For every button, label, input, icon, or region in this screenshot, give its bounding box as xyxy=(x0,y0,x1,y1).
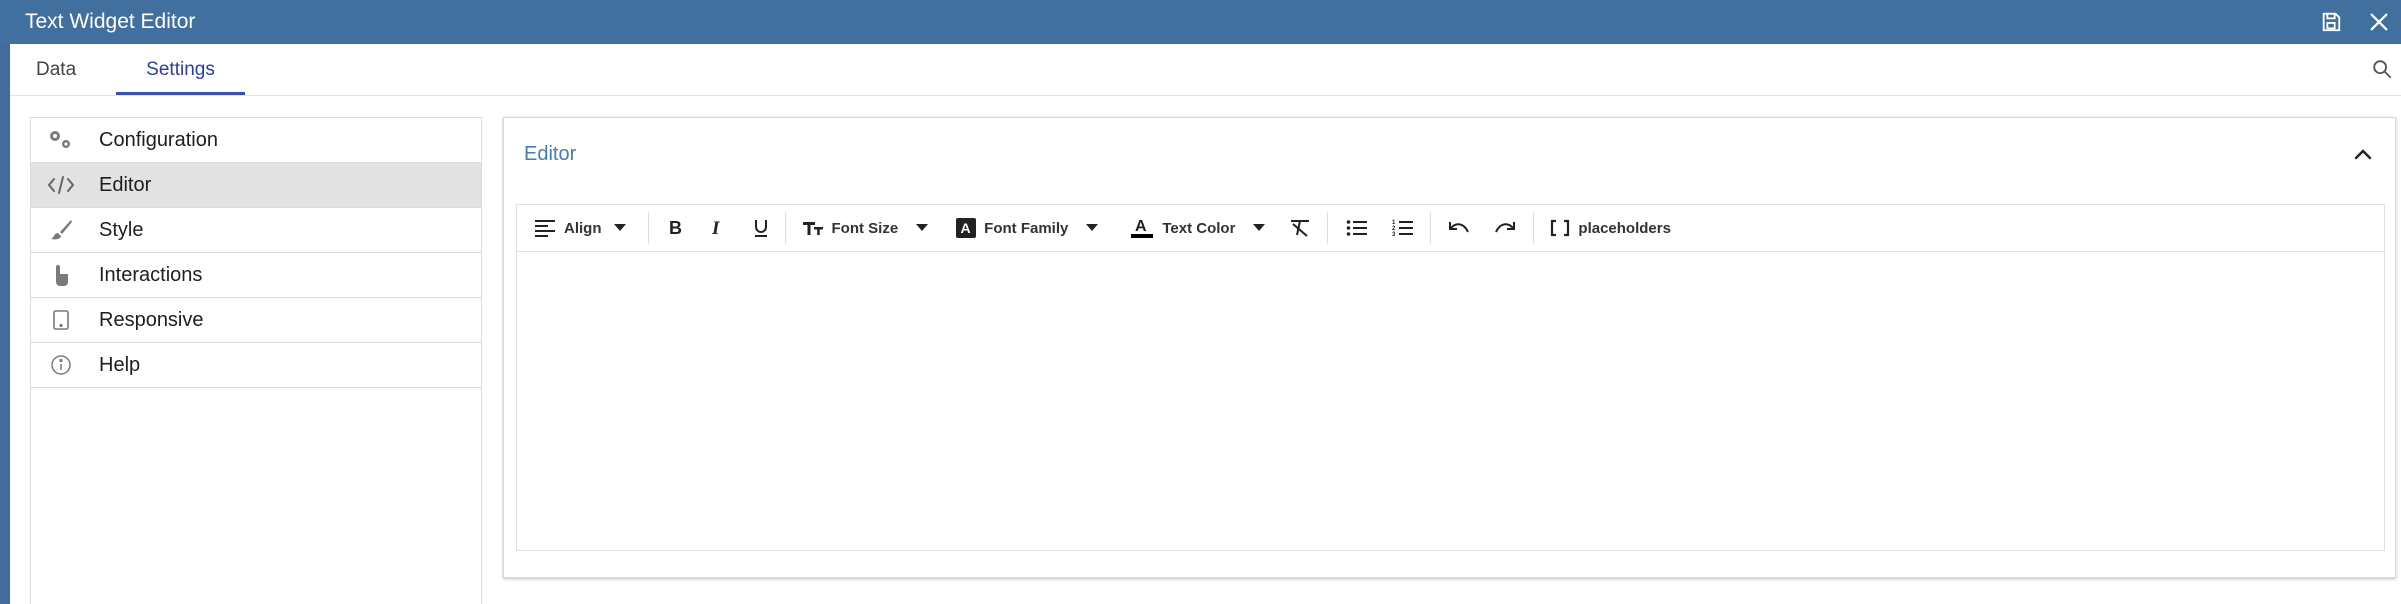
window-actions xyxy=(2320,11,2401,33)
redo-icon xyxy=(1493,220,1517,236)
sidebar-item-label: Help xyxy=(99,353,141,376)
tab-data[interactable]: Data xyxy=(36,59,106,95)
italic-icon: I xyxy=(711,219,725,237)
save-icon[interactable] xyxy=(2320,11,2342,33)
brackets-icon xyxy=(1550,219,1570,237)
toolbar-divider xyxy=(647,212,649,244)
bold-icon: B xyxy=(669,219,683,237)
toolbar-divider xyxy=(784,212,786,244)
sidebar-item-label: Interactions xyxy=(99,263,203,286)
undo-icon xyxy=(1447,220,1471,236)
toolbar-divider xyxy=(1533,212,1535,244)
align-label: Align xyxy=(564,219,602,237)
undo-button[interactable] xyxy=(1447,212,1471,244)
text-size-icon xyxy=(802,219,824,237)
text-color-label: Text Color xyxy=(1162,219,1236,237)
editor-panel: Editor Align B I Font Size A Font Family… xyxy=(503,117,2396,578)
info-icon xyxy=(46,353,76,377)
bullet-list-button[interactable] xyxy=(1346,212,1368,244)
font-size-dropdown[interactable]: Font Size xyxy=(802,212,929,244)
window-titlebar: Text Widget Editor xyxy=(0,0,2401,44)
brush-icon xyxy=(46,218,76,242)
svg-text:I: I xyxy=(711,219,720,237)
editor-window: Data Settings Configuration Editor Style… xyxy=(10,44,2401,604)
pointer-hand-icon xyxy=(46,263,76,287)
text-color-dropdown[interactable]: A Text Color xyxy=(1130,212,1266,244)
font-size-label: Font Size xyxy=(831,219,899,237)
tab-bar: Data Settings xyxy=(10,44,2401,96)
align-dropdown[interactable]: Align xyxy=(534,212,626,244)
align-left-icon xyxy=(534,218,556,238)
caret-down-icon xyxy=(916,224,929,232)
toolbar-divider xyxy=(1327,212,1329,244)
caret-down-icon xyxy=(1086,224,1099,232)
svg-text:A: A xyxy=(961,220,971,236)
clear-format-button[interactable] xyxy=(1289,212,1311,244)
numbered-list-icon: 123 xyxy=(1392,218,1414,238)
sidebar-item-style[interactable]: Style xyxy=(31,208,481,253)
chevron-up-icon[interactable] xyxy=(2351,142,2375,171)
bold-button[interactable]: B xyxy=(669,212,683,244)
svg-text:A: A xyxy=(1135,218,1147,235)
svg-text:B: B xyxy=(669,219,682,237)
sidebar-item-responsive[interactable]: Responsive xyxy=(31,298,481,343)
clear-format-icon xyxy=(1289,218,1311,238)
text-color-icon: A xyxy=(1130,217,1154,239)
font-family-icon: A xyxy=(956,218,977,238)
sidebar-item-help[interactable]: Help xyxy=(31,343,481,388)
caret-down-icon xyxy=(613,224,626,232)
window-title: Text Widget Editor xyxy=(25,10,196,33)
tablet-icon xyxy=(46,308,76,332)
bullet-list-icon xyxy=(1346,219,1368,237)
rich-text-editor: Align B I Font Size A Font Family A Text… xyxy=(516,204,2385,551)
font-family-dropdown[interactable]: A Font Family xyxy=(956,212,1099,244)
svg-text:3: 3 xyxy=(1392,232,1396,238)
sidebar-item-editor[interactable]: Editor xyxy=(31,163,481,208)
sidebar-item-label: Editor xyxy=(99,173,152,196)
italic-button[interactable]: I xyxy=(711,212,725,244)
search-icon[interactable] xyxy=(2371,58,2393,85)
gears-icon xyxy=(46,128,76,152)
toolbar-divider xyxy=(1430,212,1432,244)
sidebar-item-label: Style xyxy=(99,218,144,241)
sidebar-item-interactions[interactable]: Interactions xyxy=(31,253,481,298)
font-family-label: Font Family xyxy=(984,219,1069,237)
caret-down-icon xyxy=(1253,224,1266,232)
numbered-list-button[interactable]: 123 xyxy=(1392,212,1414,244)
sidebar-item-label: Configuration xyxy=(99,128,218,151)
settings-menu: Configuration Editor Style Interactions … xyxy=(30,117,482,604)
placeholders-label: placeholders xyxy=(1578,219,1671,237)
underline-button[interactable] xyxy=(753,212,769,244)
sidebar-item-configuration[interactable]: Configuration xyxy=(31,118,481,163)
code-icon xyxy=(46,173,76,197)
editor-content-area[interactable] xyxy=(517,252,2384,550)
tab-settings[interactable]: Settings xyxy=(116,59,245,95)
sidebar-item-label: Responsive xyxy=(99,308,204,331)
editor-toolbar: Align B I Font Size A Font Family A Text… xyxy=(517,205,2384,252)
redo-button[interactable] xyxy=(1493,212,1517,244)
close-icon[interactable] xyxy=(2368,11,2390,33)
placeholders-button[interactable]: placeholders xyxy=(1550,212,1671,244)
panel-title: Editor xyxy=(524,143,577,165)
underline-icon xyxy=(753,218,769,238)
